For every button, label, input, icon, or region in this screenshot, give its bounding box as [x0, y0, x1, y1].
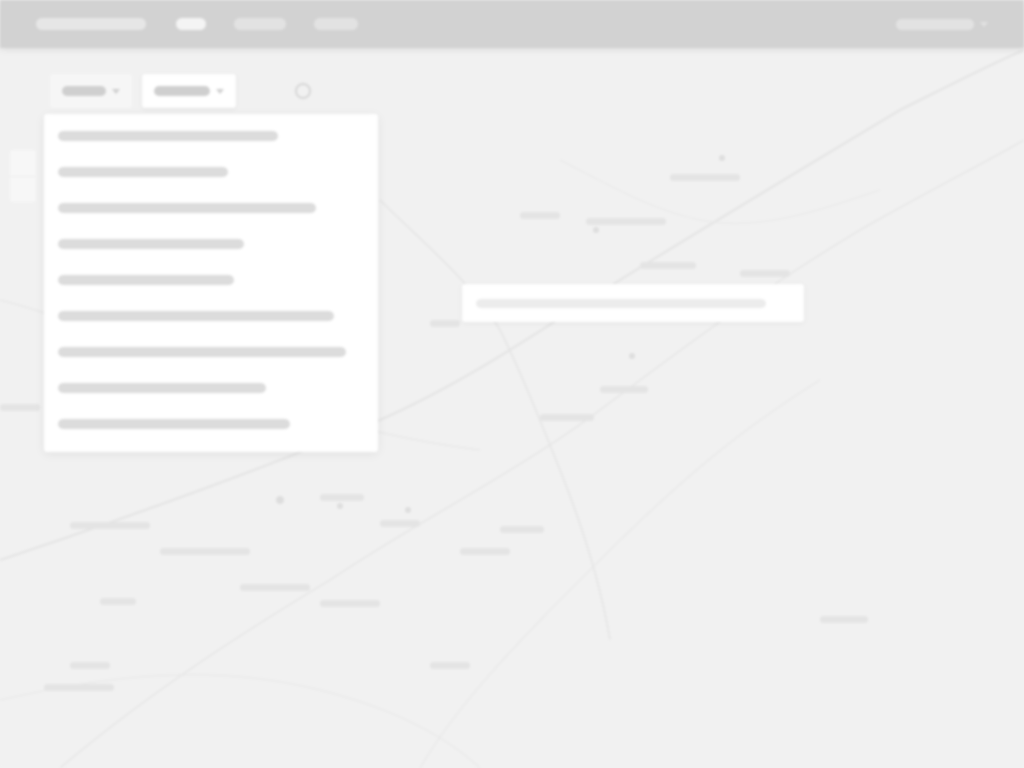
dropdown-item[interactable]: [44, 190, 378, 226]
chevron-down-icon: [112, 88, 120, 94]
search-input-text: [476, 298, 766, 308]
dropdown-item[interactable]: [44, 406, 378, 442]
dropdown-item[interactable]: [44, 154, 378, 190]
dropdown-item-label: [58, 203, 316, 213]
filter-dropdown-button[interactable]: [142, 74, 236, 108]
dropdown-item-label: [58, 275, 234, 285]
dropdown-item[interactable]: [44, 262, 378, 298]
top-navbar: [0, 0, 1024, 48]
dropdown-item-label: [58, 383, 266, 393]
map-search-input[interactable]: [462, 284, 804, 322]
filter-dropdown-menu: [44, 114, 378, 452]
dropdown-item[interactable]: [44, 298, 378, 334]
dropdown-item[interactable]: [44, 334, 378, 370]
map-zoom-control: [10, 150, 36, 202]
user-menu[interactable]: [896, 18, 988, 30]
nav-link-active[interactable]: [176, 18, 206, 30]
zoom-out-button[interactable]: [10, 176, 36, 202]
layers-icon[interactable]: [286, 74, 320, 108]
nav-link[interactable]: [234, 18, 286, 30]
map-toolbar: [50, 74, 320, 108]
dropdown-item[interactable]: [44, 118, 378, 154]
chevron-down-icon: [216, 88, 224, 94]
dropdown-item-label: [58, 347, 346, 357]
dropdown-item-label: [58, 419, 290, 429]
layer-dropdown-button[interactable]: [50, 74, 132, 108]
dropdown-item-label: [58, 239, 244, 249]
filter-dropdown-label: [154, 86, 210, 96]
nav-link[interactable]: [314, 18, 358, 30]
user-menu-label: [896, 18, 974, 30]
dropdown-item-label: [58, 131, 278, 141]
dropdown-item[interactable]: [44, 370, 378, 406]
brand-logo[interactable]: [36, 18, 146, 30]
dropdown-item-label: [58, 167, 228, 177]
zoom-in-button[interactable]: [10, 150, 36, 176]
dropdown-item-label: [58, 311, 334, 321]
layer-dropdown-label: [62, 86, 106, 96]
chevron-down-icon: [980, 21, 988, 27]
dropdown-item[interactable]: [44, 226, 378, 262]
